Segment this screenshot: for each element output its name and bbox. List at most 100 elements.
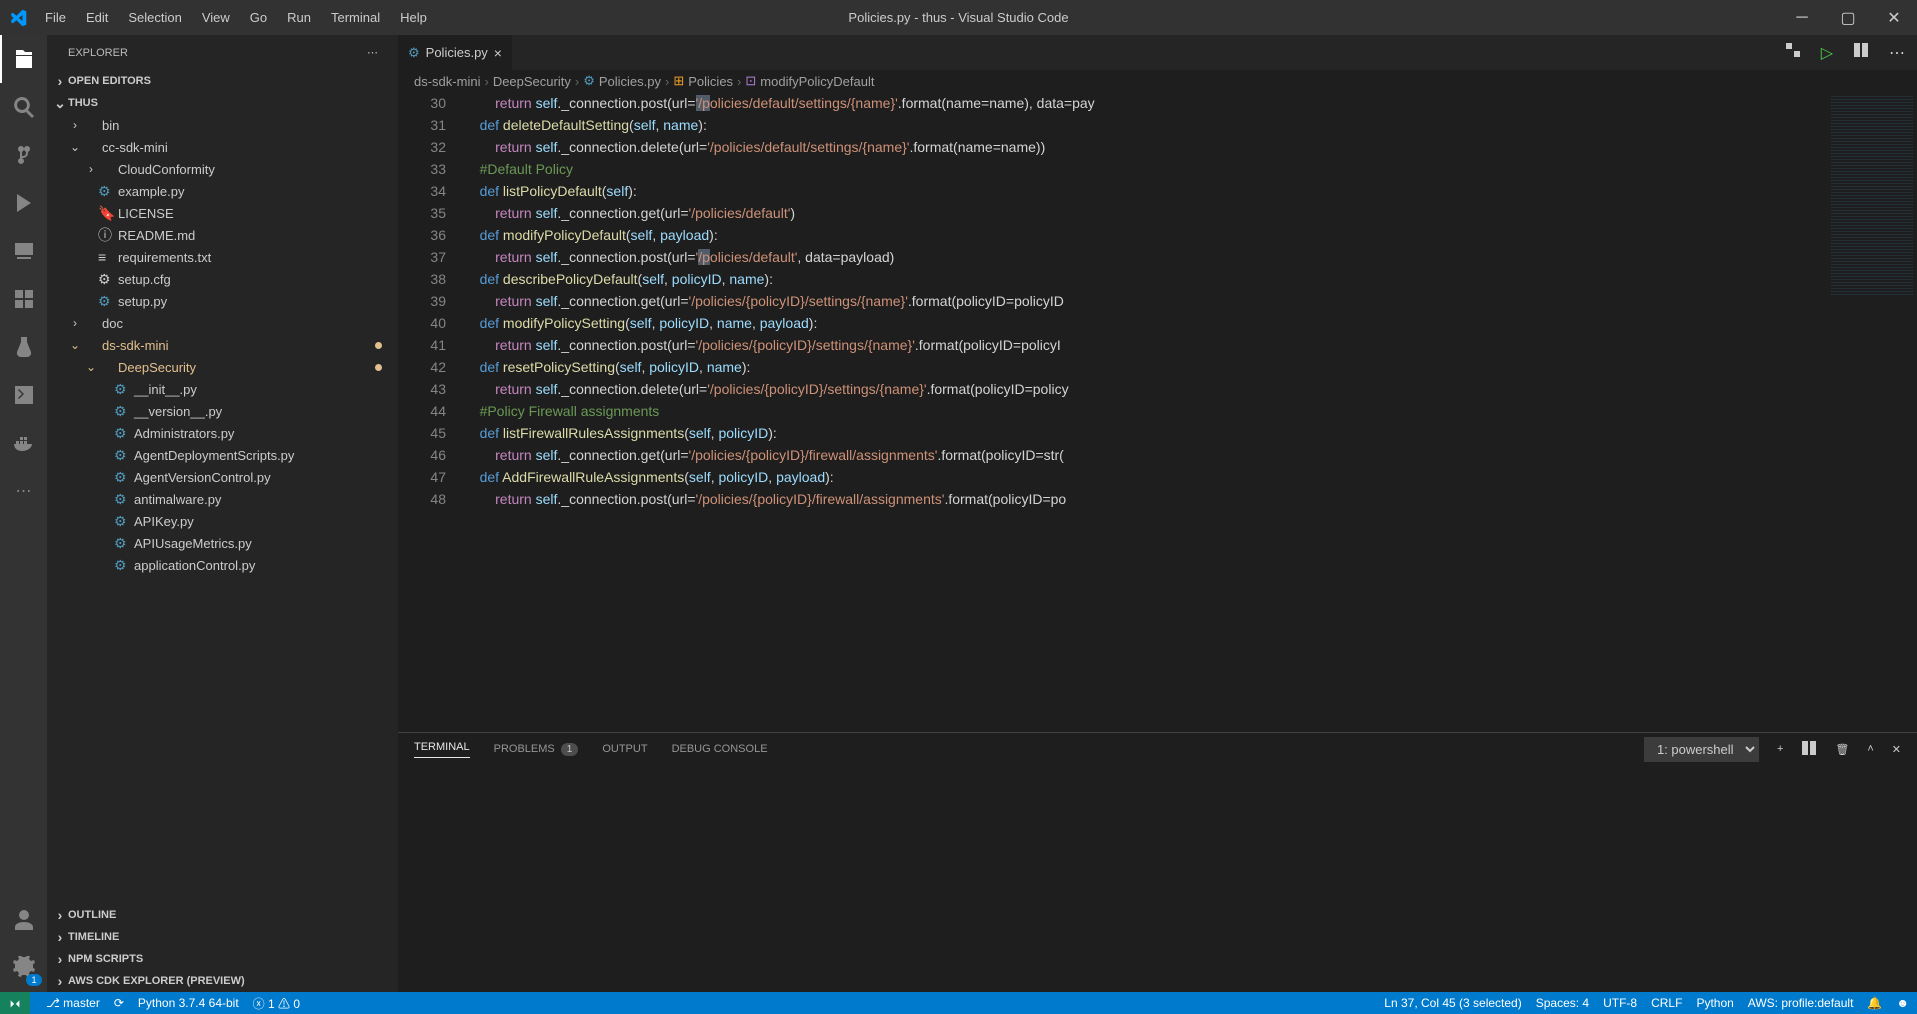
minimize-button[interactable]: ─ xyxy=(1779,0,1825,35)
file-__init__-py[interactable]: ⚙__init__.py xyxy=(48,378,398,400)
code-content[interactable]: return self._connection.post(url='/polic… xyxy=(464,92,1827,732)
new-terminal-icon[interactable]: + xyxy=(1777,743,1783,755)
language-mode[interactable]: Python xyxy=(1696,996,1733,1010)
python-file-icon: ⚙ xyxy=(408,45,420,61)
file-antimalware-py[interactable]: ⚙antimalware.py xyxy=(48,488,398,510)
folder-DeepSecurity[interactable]: ⌄DeepSecurity xyxy=(48,356,398,378)
menu-view[interactable]: View xyxy=(192,0,240,35)
indentation[interactable]: Spaces: 4 xyxy=(1536,996,1589,1010)
file-applicationControl-py[interactable]: ⚙applicationControl.py xyxy=(48,554,398,576)
maximize-panel-icon[interactable]: ˄ xyxy=(1867,743,1873,755)
folder-cc-sdk-mini[interactable]: ⌄cc-sdk-mini xyxy=(48,136,398,158)
search-icon[interactable] xyxy=(0,83,48,131)
encoding[interactable]: UTF-8 xyxy=(1603,996,1637,1010)
menu-run[interactable]: Run xyxy=(277,0,321,35)
git-branch[interactable]: ⎇ master xyxy=(46,996,100,1010)
terminal-panel: TERMINAL PROBLEMS1 OUTPUT DEBUG CONSOLE … xyxy=(398,732,1917,992)
file-tree: ›bin⌄cc-sdk-mini›CloudConformity⚙example… xyxy=(48,114,398,576)
file-setup-py[interactable]: ⚙setup.py xyxy=(48,290,398,312)
extensions-icon[interactable] xyxy=(0,275,48,323)
sync-icon[interactable]: ⟳ xyxy=(114,996,124,1010)
console-icon[interactable] xyxy=(0,371,48,419)
panel-tabs: TERMINAL PROBLEMS1 OUTPUT DEBUG CONSOLE … xyxy=(398,733,1917,765)
statusbar: ⎇ master ⟳ Python 3.7.4 64-bit ⓧ 1 ⚠ 0 L… xyxy=(0,992,1917,1014)
account-icon[interactable] xyxy=(0,896,48,944)
tab-close-icon[interactable]: × xyxy=(494,45,502,61)
folder-ds-sdk-mini[interactable]: ⌄ds-sdk-mini xyxy=(48,334,398,356)
sidebar-header: EXPLORER ⋯ xyxy=(48,35,398,70)
sidebar-more-icon[interactable]: ⋯ xyxy=(367,46,378,59)
file-setup-cfg[interactable]: ⚙setup.cfg xyxy=(48,268,398,290)
folder-bin[interactable]: ›bin xyxy=(48,114,398,136)
run-debug-icon[interactable] xyxy=(0,179,48,227)
python-env[interactable]: Python 3.7.4 64-bit xyxy=(138,996,239,1010)
file-AgentVersionControl-py[interactable]: ⚙AgentVersionControl.py xyxy=(48,466,398,488)
section-workspace[interactable]: ⌄THUS xyxy=(48,92,398,114)
section-open-editors[interactable]: ›OPEN EDITORS xyxy=(48,70,398,92)
editor-body[interactable]: 30313233343536373839404142434445464748 r… xyxy=(398,92,1917,732)
minimap[interactable] xyxy=(1827,92,1917,732)
terminal-body[interactable] xyxy=(398,765,1917,992)
aws-profile[interactable]: AWS: profile:default xyxy=(1748,996,1854,1010)
file-requirements-txt[interactable]: ≡requirements.txt xyxy=(48,246,398,268)
problems-status[interactable]: ⓧ 1 ⚠ 0 xyxy=(253,995,300,1012)
more-icon[interactable]: ⋯ xyxy=(1889,43,1905,63)
menu-file[interactable]: File xyxy=(35,0,76,35)
file-APIUsageMetrics-py[interactable]: ⚙APIUsageMetrics.py xyxy=(48,532,398,554)
shell-select[interactable]: 1: powershell xyxy=(1644,737,1759,762)
tab-label: Policies.py xyxy=(426,45,488,60)
file-example-py[interactable]: ⚙example.py xyxy=(48,180,398,202)
docker-icon[interactable] xyxy=(0,419,48,467)
panel-tab-debug[interactable]: DEBUG CONSOLE xyxy=(672,743,768,755)
close-panel-icon[interactable]: ✕ xyxy=(1892,743,1901,756)
menu-bar: File Edit Selection View Go Run Terminal… xyxy=(35,0,437,35)
menu-selection[interactable]: Selection xyxy=(118,0,191,35)
window-controls: ─ ▢ ✕ xyxy=(1779,0,1917,35)
tab-actions: ▷ ⋯ xyxy=(1785,35,1917,70)
remote-explorer-icon[interactable] xyxy=(0,227,48,275)
remote-indicator[interactable] xyxy=(0,992,30,1014)
cursor-position[interactable]: Ln 37, Col 45 (3 selected) xyxy=(1384,996,1521,1010)
menu-edit[interactable]: Edit xyxy=(76,0,118,35)
file-APIKey-py[interactable]: ⚙APIKey.py xyxy=(48,510,398,532)
sidebar: EXPLORER ⋯ ›OPEN EDITORS ⌄THUS ›bin⌄cc-s… xyxy=(48,35,398,992)
section-timeline[interactable]: ›TIMELINE xyxy=(48,926,398,948)
menu-terminal[interactable]: Terminal xyxy=(321,0,390,35)
file-README-md[interactable]: ⓘREADME.md xyxy=(48,224,398,246)
menu-help[interactable]: Help xyxy=(390,0,437,35)
panel-tab-output[interactable]: OUTPUT xyxy=(602,743,647,755)
overflow-icon[interactable]: ⋯ xyxy=(0,467,48,515)
section-npm[interactable]: ›NPM SCRIPTS xyxy=(48,948,398,970)
compare-icon[interactable] xyxy=(1785,42,1801,63)
window-title: Policies.py - thus - Visual Studio Code xyxy=(848,10,1068,25)
split-icon[interactable] xyxy=(1853,42,1869,63)
testing-icon[interactable] xyxy=(0,323,48,371)
file-LICENSE[interactable]: 🔖LICENSE xyxy=(48,202,398,224)
vscode-logo-icon xyxy=(0,9,35,27)
breadcrumb[interactable]: ds-sdk-mini› DeepSecurity› ⚙Policies.py›… xyxy=(398,70,1917,92)
source-control-icon[interactable] xyxy=(0,131,48,179)
folder-CloudConformity[interactable]: ›CloudConformity xyxy=(48,158,398,180)
section-cdk[interactable]: ›AWS CDK EXPLORER (PREVIEW) xyxy=(48,970,398,992)
eol[interactable]: CRLF xyxy=(1651,996,1682,1010)
panel-tab-problems[interactable]: PROBLEMS1 xyxy=(494,743,579,756)
run-icon[interactable]: ▷ xyxy=(1821,43,1833,63)
settings-icon[interactable]: 1 xyxy=(0,944,48,992)
panel-tab-terminal[interactable]: TERMINAL xyxy=(414,741,470,758)
menu-go[interactable]: Go xyxy=(240,0,277,35)
editor-area: ⚙ Policies.py × ▷ ⋯ ds-sdk-mini› DeepSec… xyxy=(398,35,1917,992)
tab-policies[interactable]: ⚙ Policies.py × xyxy=(398,35,513,70)
file-__version__-py[interactable]: ⚙__version__.py xyxy=(48,400,398,422)
split-terminal-icon[interactable] xyxy=(1801,740,1817,759)
kill-terminal-icon[interactable]: 🗑 xyxy=(1835,743,1849,756)
file-AgentDeploymentScripts-py[interactable]: ⚙AgentDeploymentScripts.py xyxy=(48,444,398,466)
feedback-icon[interactable]: ☻ xyxy=(1896,996,1909,1010)
close-button[interactable]: ✕ xyxy=(1871,0,1917,35)
folder-doc[interactable]: ›doc xyxy=(48,312,398,334)
section-outline[interactable]: ›OUTLINE xyxy=(48,904,398,926)
maximize-button[interactable]: ▢ xyxy=(1825,0,1871,35)
notifications-icon[interactable]: 🔔 xyxy=(1867,996,1882,1010)
file-Administrators-py[interactable]: ⚙Administrators.py xyxy=(48,422,398,444)
tabs: ⚙ Policies.py × ▷ ⋯ xyxy=(398,35,1917,70)
explorer-icon[interactable] xyxy=(0,35,48,83)
